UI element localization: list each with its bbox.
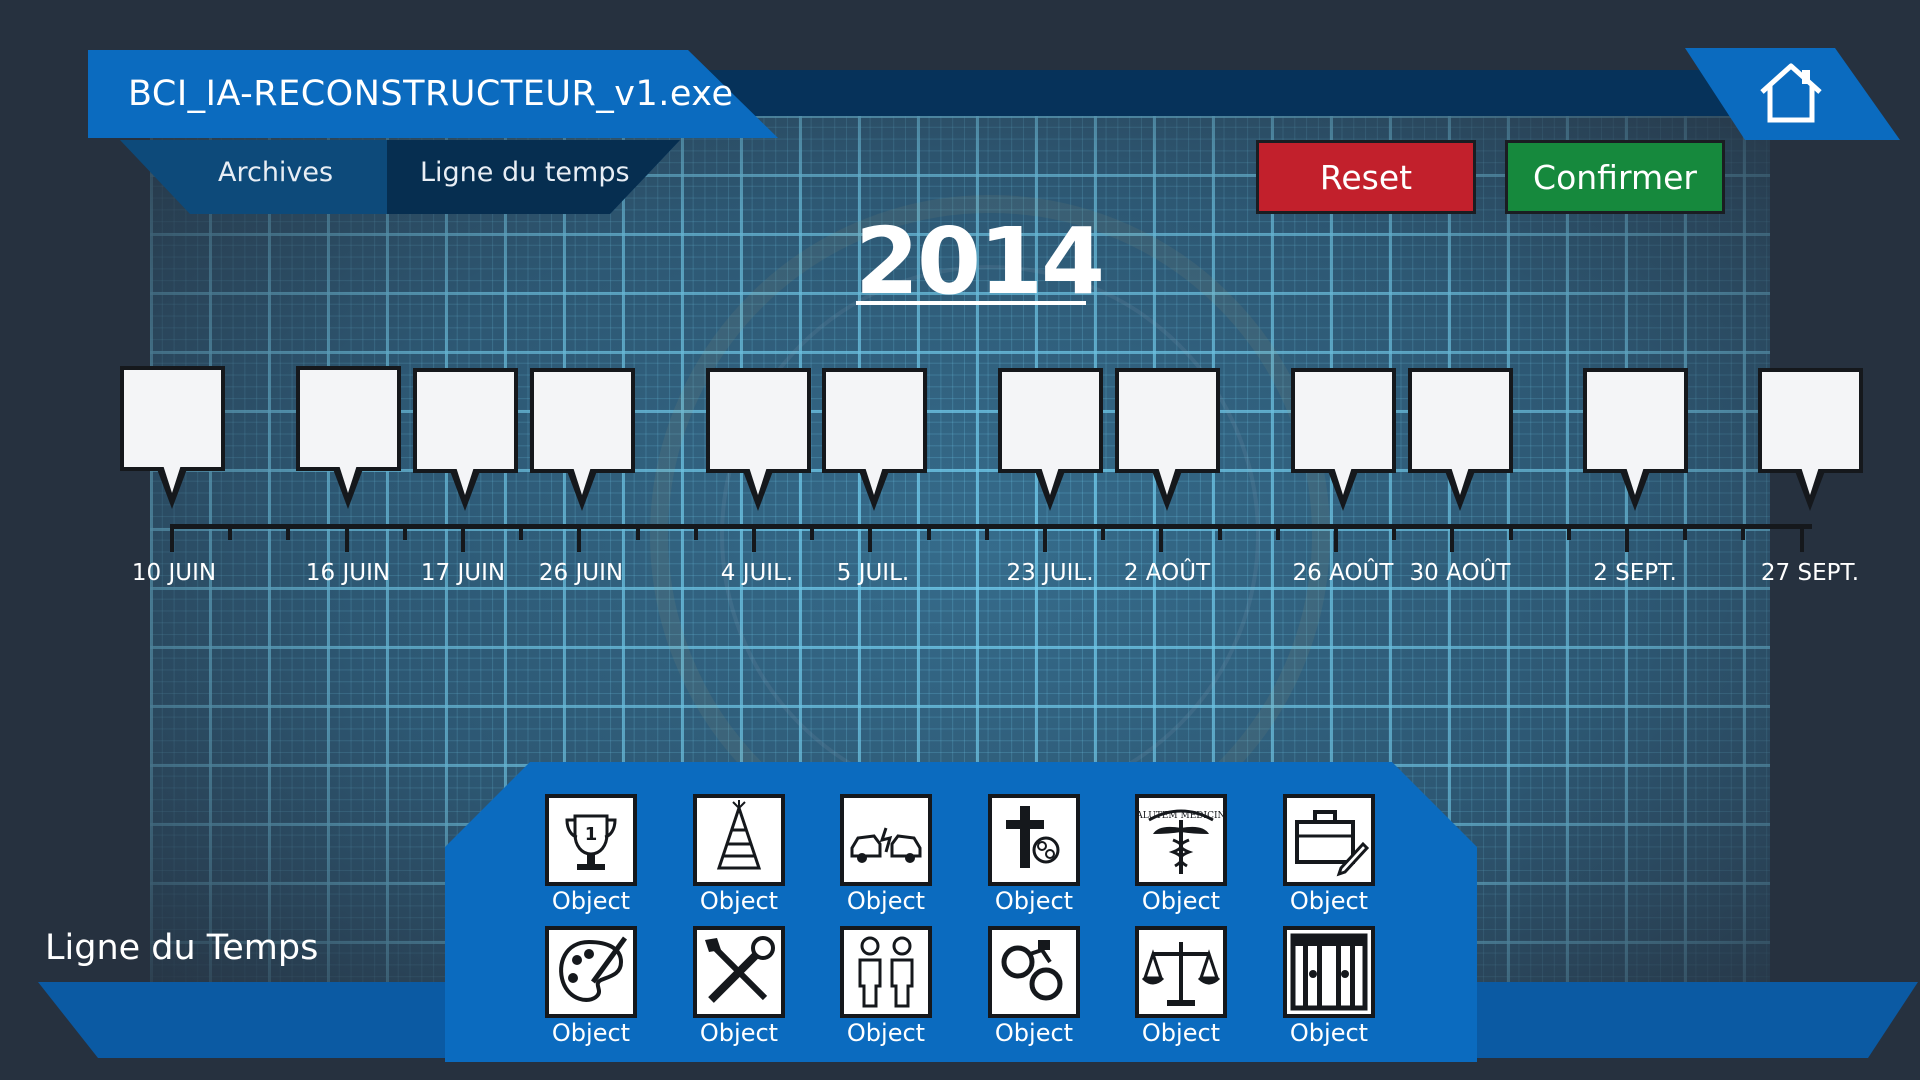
justice-scales-icon[interactable]	[1135, 926, 1227, 1018]
briefcase-pen-icon[interactable]	[1283, 794, 1375, 886]
timeline-slot[interactable]	[1583, 368, 1688, 473]
timeline-axis	[170, 524, 1812, 529]
svg-text:SALUTEM MEDICINA: SALUTEM MEDICINA	[1139, 811, 1223, 821]
slot-pointer-fill	[1451, 467, 1469, 495]
reset-button[interactable]: Reset	[1256, 140, 1476, 214]
slot-pointer-fill	[1158, 467, 1176, 495]
timeline-slot[interactable]	[1758, 368, 1863, 473]
object-label: Object	[846, 887, 926, 915]
object-label: Object	[1289, 1019, 1369, 1047]
timeline-date-label: 2 AOÛT	[1123, 560, 1211, 586]
timeline-slot[interactable]	[413, 368, 518, 473]
slot-pointer-fill	[1626, 467, 1644, 495]
slot-pointer-fill	[1334, 467, 1352, 495]
top-bar	[680, 70, 1820, 116]
slot-pointer-fill	[749, 467, 767, 495]
timeline-slot[interactable]	[706, 368, 811, 473]
timeline-date-label: 26 JUIN	[538, 560, 624, 586]
home-icon[interactable]	[1758, 62, 1824, 124]
party-hat-icon[interactable]	[693, 794, 785, 886]
slot-pointer-fill	[573, 467, 591, 495]
car-crash-icon[interactable]	[840, 794, 932, 886]
tools-icon[interactable]	[693, 926, 785, 1018]
object-label: Object	[551, 1019, 631, 1047]
timeline-date-label: 30 AOÛT	[1409, 560, 1511, 586]
grave-cross-icon[interactable]	[988, 794, 1080, 886]
tab-archives[interactable]: Archives	[218, 157, 333, 188]
timeline-slot[interactable]	[998, 368, 1103, 473]
year-title: 2014	[855, 208, 1105, 315]
timeline-slot[interactable]	[1408, 368, 1513, 473]
window-title: BCI_IA-RECONSTRUCTEUR_v1.exe	[128, 74, 734, 114]
prison-bars-icon[interactable]	[1283, 926, 1375, 1018]
object-label: Object	[1141, 1019, 1221, 1047]
medical-caduceus-icon[interactable]: SALUTEM MEDICINA	[1135, 794, 1227, 886]
handcuffs-icon[interactable]	[988, 926, 1080, 1018]
slot-pointer-fill	[1041, 467, 1059, 495]
slot-pointer-fill	[1801, 467, 1819, 495]
timeline-slot[interactable]	[296, 366, 401, 471]
slot-pointer-fill	[456, 467, 474, 495]
object-label: Object	[846, 1019, 926, 1047]
year-underline	[856, 301, 1086, 305]
two-people-icon[interactable]	[840, 926, 932, 1018]
timeline-slot[interactable]	[530, 368, 635, 473]
object-label: Object	[699, 887, 779, 915]
timeline-date-label: 27 SEPT.	[1760, 560, 1860, 586]
slot-pointer-fill	[163, 465, 181, 493]
timeline-slot[interactable]	[1115, 368, 1220, 473]
slot-pointer-fill	[865, 467, 883, 495]
slot-pointer-fill	[339, 465, 357, 493]
timeline-slot[interactable]	[822, 368, 927, 473]
object-label: Object	[699, 1019, 779, 1047]
svg-text:1: 1	[585, 824, 598, 845]
trophy-icon[interactable]: 1	[545, 794, 637, 886]
object-label: Object	[1289, 887, 1369, 915]
timeline-date-label: 2 SEPT.	[1593, 560, 1677, 586]
confirm-button[interactable]: Confirmer	[1505, 140, 1725, 214]
timeline-slot[interactable]	[120, 366, 225, 471]
tab-ligne-du-temps[interactable]: Ligne du temps	[420, 157, 630, 188]
object-label: Object	[994, 887, 1074, 915]
object-label: Object	[551, 887, 631, 915]
timeline-slot[interactable]	[1291, 368, 1396, 473]
footer-title: Ligne du Temps	[45, 928, 319, 968]
paint-palette-icon[interactable]	[545, 926, 637, 1018]
timeline-date-label: 10 JUIN	[131, 560, 217, 586]
object-label: Object	[994, 1019, 1074, 1047]
object-label: Object	[1141, 887, 1221, 915]
timeline-date-label: 5 JUIL.	[836, 560, 910, 586]
